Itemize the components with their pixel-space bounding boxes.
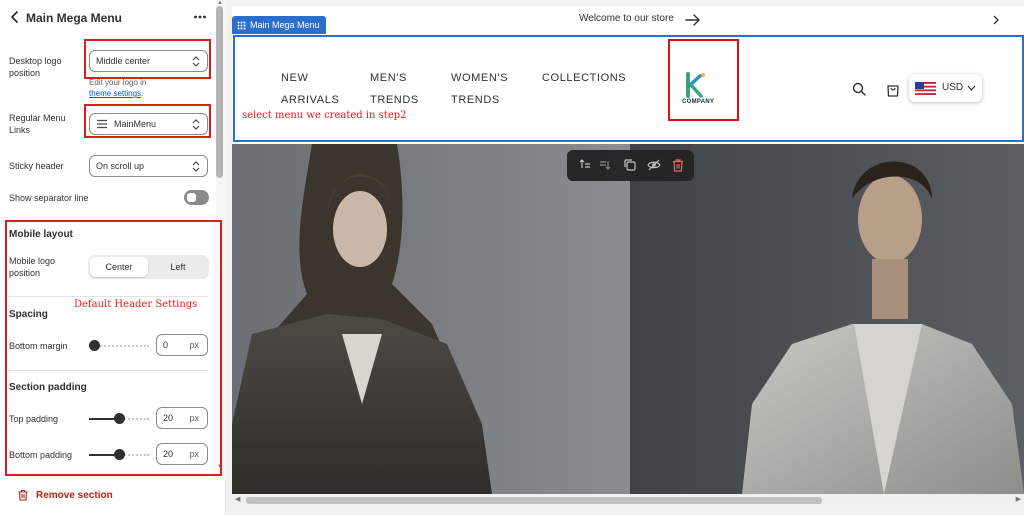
move-down-icon[interactable] [599, 158, 613, 172]
bottom-padding-slider[interactable] [89, 449, 149, 461]
trash-icon [18, 489, 28, 501]
slider-thumb[interactable] [113, 449, 125, 460]
spacing-title: Spacing [9, 309, 48, 320]
currency-label: USD [942, 82, 964, 93]
announcement-text: Welcome to our store [579, 13, 674, 24]
hamburger-icon [97, 119, 107, 129]
slider-thumb[interactable] [89, 340, 100, 351]
nav-mens-trends[interactable]: MEN'S TRENDS [370, 67, 419, 111]
company-logo-icon[interactable] [684, 72, 706, 98]
regular-menu-label: Regular Menu Links [9, 113, 66, 135]
nav-new-arrivals[interactable]: NEW ARRIVALS [281, 67, 339, 111]
scroll-down-icon[interactable]: ▼ [217, 464, 223, 470]
announcement-bar: Welcome to our store [232, 6, 1024, 34]
regular-menu-select[interactable]: MainMenu [89, 113, 208, 135]
top-padding-slider[interactable] [89, 413, 149, 425]
cart-icon[interactable] [886, 82, 900, 97]
desktop-logo-select[interactable]: Middle center [89, 50, 208, 72]
currency-selector[interactable]: USD [909, 74, 982, 102]
desktop-logo-value: Middle center [96, 56, 151, 66]
separator-toggle[interactable] [184, 190, 209, 205]
chevron-updown-icon [192, 119, 200, 130]
scroll-left-icon[interactable]: ◀ [235, 495, 240, 503]
bottom-margin-slider[interactable] [89, 340, 149, 352]
back-icon[interactable] [8, 10, 22, 24]
move-up-icon[interactable] [577, 158, 591, 172]
arrow-right-icon[interactable] [685, 13, 701, 27]
nav-womens-trends[interactable]: WOMEN'S TRENDS [451, 67, 508, 111]
mobile-logo-segmented: Center Left [88, 255, 209, 279]
store-preview: Welcome to our store Main Mega Menu NEW A… [232, 6, 1024, 506]
top-padding-label: Top padding [9, 414, 59, 424]
mobile-layout-title: Mobile layout [9, 229, 73, 240]
remove-section-button[interactable]: Remove section [17, 489, 113, 501]
bottom-padding-input[interactable]: 20 px [156, 443, 208, 465]
trash-icon[interactable] [671, 158, 685, 172]
theme-settings-link[interactable]: theme settings [89, 89, 141, 98]
mobile-logo-left-option[interactable]: Left [149, 257, 207, 277]
preview-horizontal-scrollbar[interactable]: ◀ ▶ [232, 494, 1024, 506]
hide-icon[interactable] [647, 158, 661, 172]
toggle-knob [187, 193, 196, 202]
separator-label: Show separator line [9, 193, 89, 203]
sticky-header-select[interactable]: On scroll up [89, 155, 208, 177]
panel-header: Main Mega Menu [0, 0, 214, 36]
section-padding-title: Section padding [9, 382, 87, 393]
scroll-right-icon[interactable]: ▶ [1016, 495, 1021, 503]
top-padding-input[interactable]: 20 px [156, 407, 208, 429]
hero-photo [232, 144, 1024, 494]
more-icon[interactable] [193, 10, 207, 24]
us-flag-icon [915, 82, 936, 95]
bottom-padding-label: Bottom padding [9, 450, 73, 460]
slider-thumb[interactable] [113, 413, 125, 424]
settings-panel: Main Mega Menu ▲ ▼ Desktop logo position… [0, 0, 226, 515]
sticky-header-value: On scroll up [96, 161, 145, 171]
header-section-selected[interactable] [233, 35, 1024, 142]
chevron-right-icon[interactable] [991, 14, 1001, 26]
preview-scrollbar-thumb[interactable] [246, 497, 822, 504]
chevron-down-icon [967, 85, 976, 91]
block-toolbar [567, 150, 694, 181]
hero-image [232, 144, 1024, 494]
mobile-logo-label: Mobile logo position [9, 256, 56, 278]
regular-menu-value: MainMenu [114, 119, 157, 129]
scroll-up-icon[interactable]: ▲ [217, 0, 223, 6]
mobile-logo-center-option[interactable]: Center [90, 257, 148, 277]
chevron-updown-icon [192, 56, 200, 67]
panel-scrollbar-thumb[interactable] [216, 6, 223, 178]
nav-collections[interactable]: COLLECTIONS [542, 67, 626, 89]
bottom-margin-label: Bottom margin [9, 341, 68, 351]
annotation-menu-step: select menu we created in step2 [242, 110, 407, 121]
panel-title: Main Mega Menu [26, 11, 123, 25]
desktop-logo-label: Desktop logo position [9, 56, 62, 78]
annotation-default-header: Default Header Settings [74, 299, 198, 310]
desktop-logo-helper: Edit your logo in theme settings. [89, 78, 147, 98]
bottom-margin-input[interactable]: 0 px [156, 334, 208, 356]
section-tag[interactable]: Main Mega Menu [232, 16, 326, 34]
grid-icon [237, 21, 246, 29]
sticky-header-label: Sticky header [9, 161, 64, 171]
chevron-updown-icon [192, 161, 200, 172]
logo-text: COMPANY [682, 99, 715, 105]
duplicate-icon[interactable] [623, 158, 637, 172]
divider [8, 370, 208, 371]
search-icon[interactable] [852, 82, 866, 96]
divider [8, 296, 208, 297]
